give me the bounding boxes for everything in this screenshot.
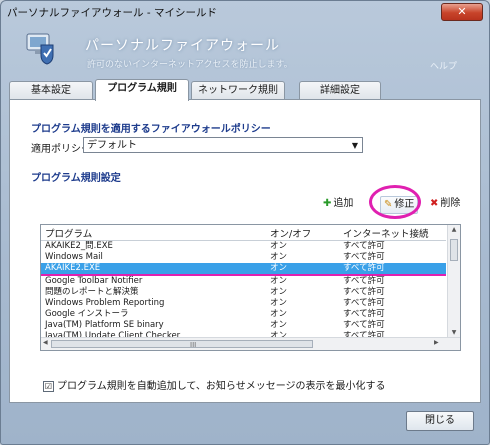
shield-monitor-icon <box>26 33 54 65</box>
row-internet: すべて許可 <box>343 298 385 308</box>
program-rules-panel: プログラム規則を適用するファイアウォールポリシー 適用ポリシー： デフォルト ▼… <box>9 99 481 403</box>
row-program: Windows Mail <box>45 252 103 262</box>
scroll-left-icon[interactable]: ◀ <box>43 339 48 346</box>
table-row[interactable]: Java(TM) Platform SE binary オン すべて許可 <box>41 320 446 331</box>
header-subtitle: 許可のないインターネットアクセスを防止します。 <box>87 60 293 70</box>
table-row[interactable]: Google Toolbar Notifier オン すべて許可 <box>41 276 446 287</box>
header-title: パーソナルファイアウォール <box>85 38 280 54</box>
policy-section-title: プログラム規則を適用するファイアウォールポリシー <box>31 124 271 135</box>
row-internet: すべて許可 <box>343 320 385 330</box>
scroll-right-icon[interactable]: ▶ <box>434 339 439 346</box>
rules-section-title: プログラム規則設定 <box>31 173 121 184</box>
row-internet: すべて許可 <box>343 276 385 286</box>
window-close-button[interactable]: ✕ <box>441 3 483 21</box>
delete-x-icon: ✖ <box>430 198 439 209</box>
tab-advanced-settings[interactable]: 詳細設定 <box>299 81 381 100</box>
title-bar: パーソナルファイアウォール - マイシールド ✕ <box>1 1 489 21</box>
program-rules-table[interactable]: プログラム オン/オフ インターネット接続 AKAIKE2_問.EXE オン す… <box>40 224 461 351</box>
table-row-selected[interactable]: AKAIKE2.EXE オン すべて許可 <box>41 263 446 274</box>
column-header-program[interactable]: プログラム <box>45 226 92 240</box>
tab-basic-settings[interactable]: 基本設定 <box>9 81 93 100</box>
add-button-label: 追加 <box>333 198 354 209</box>
close-button[interactable]: 閉じる <box>406 411 474 431</box>
auto-add-checkbox[interactable]: ☑ <box>43 380 54 392</box>
firewall-window: パーソナルファイアウォール - マイシールド ✕ パーソナルファイアウォール 許… <box>0 0 490 445</box>
horizontal-scroll-thumb[interactable]: III <box>51 340 313 349</box>
table-row[interactable]: AKAIKE2_問.EXE オン すべて許可 <box>41 241 446 252</box>
scroll-down-icon[interactable]: ▼ <box>448 329 460 336</box>
row-onoff: オン <box>270 276 288 286</box>
table-row[interactable]: Google インストーラ オン すべて許可 <box>41 309 446 320</box>
row-internet: すべて許可 <box>343 287 385 297</box>
table-row[interactable]: Windows Mail オン すべて許可 <box>41 252 446 263</box>
column-header-onoff[interactable]: オン/オフ <box>270 226 311 240</box>
row-program: Java(TM) Platform SE binary <box>45 320 164 330</box>
auto-add-option[interactable]: ☑ プログラム規則を自動追加して、お知らせメッセージの表示を最小化する <box>43 377 386 392</box>
table-row[interactable]: 問題のレポートと解決策 オン すべて許可 <box>41 287 446 298</box>
row-onoff: オン <box>270 298 288 308</box>
row-onoff: オン <box>270 241 288 251</box>
table-header: プログラム オン/オフ インターネット接続 <box>41 225 446 241</box>
row-onoff: オン <box>270 309 288 319</box>
row-program: AKAIKE2.EXE <box>45 263 101 273</box>
row-onoff: オン <box>270 263 288 273</box>
plus-icon: ✚ <box>323 198 332 209</box>
vertical-scroll-thumb[interactable] <box>450 239 458 261</box>
row-program: AKAIKE2_問.EXE <box>45 241 113 251</box>
tab-program-rules[interactable]: プログラム規則 <box>95 79 189 101</box>
column-header-internet[interactable]: インターネット接続 <box>343 226 429 240</box>
row-internet: すべて許可 <box>343 252 385 262</box>
row-program: Windows Problem Reporting <box>45 298 165 308</box>
auto-add-label: プログラム規則を自動追加して、お知らせメッセージの表示を最小化する <box>57 381 386 392</box>
row-program: Google Toolbar Notifier <box>45 276 143 286</box>
add-button[interactable]: ✚ 追加 <box>323 196 353 212</box>
row-program: 問題のレポートと解決策 <box>45 287 139 297</box>
row-internet: すべて許可 <box>343 309 385 319</box>
row-onoff: オン <box>270 320 288 330</box>
delete-button[interactable]: ✖ 削除 <box>430 196 460 212</box>
row-onoff: オン <box>270 252 288 262</box>
tab-network-rules[interactable]: ネットワーク規則 <box>191 81 285 100</box>
vertical-scrollbar[interactable]: ▲ ▼ <box>447 225 460 337</box>
scroll-grip: III <box>190 341 197 349</box>
header-banner: パーソナルファイアウォール 許可のないインターネットアクセスを防止します。 ヘル… <box>7 23 483 79</box>
policy-select-value: デフォルト <box>87 140 137 151</box>
help-link[interactable]: ヘルプ <box>430 59 457 72</box>
row-internet: すべて許可 <box>343 241 385 251</box>
table-row[interactable]: Windows Problem Reporting オン すべて許可 <box>41 298 446 309</box>
edit-highlight-annotation <box>369 185 421 219</box>
chevron-down-icon: ▼ <box>351 141 358 150</box>
scroll-up-icon[interactable]: ▲ <box>448 226 460 233</box>
row-internet: すべて許可 <box>343 263 385 273</box>
row-onoff: オン <box>270 287 288 297</box>
window-title: パーソナルファイアウォール - マイシールド <box>7 7 217 19</box>
delete-button-label: 削除 <box>440 198 461 209</box>
row-program: Google インストーラ <box>45 309 129 319</box>
policy-select[interactable]: デフォルト ▼ <box>83 137 363 153</box>
horizontal-scrollbar[interactable]: ◀ III ▶ <box>41 337 460 350</box>
